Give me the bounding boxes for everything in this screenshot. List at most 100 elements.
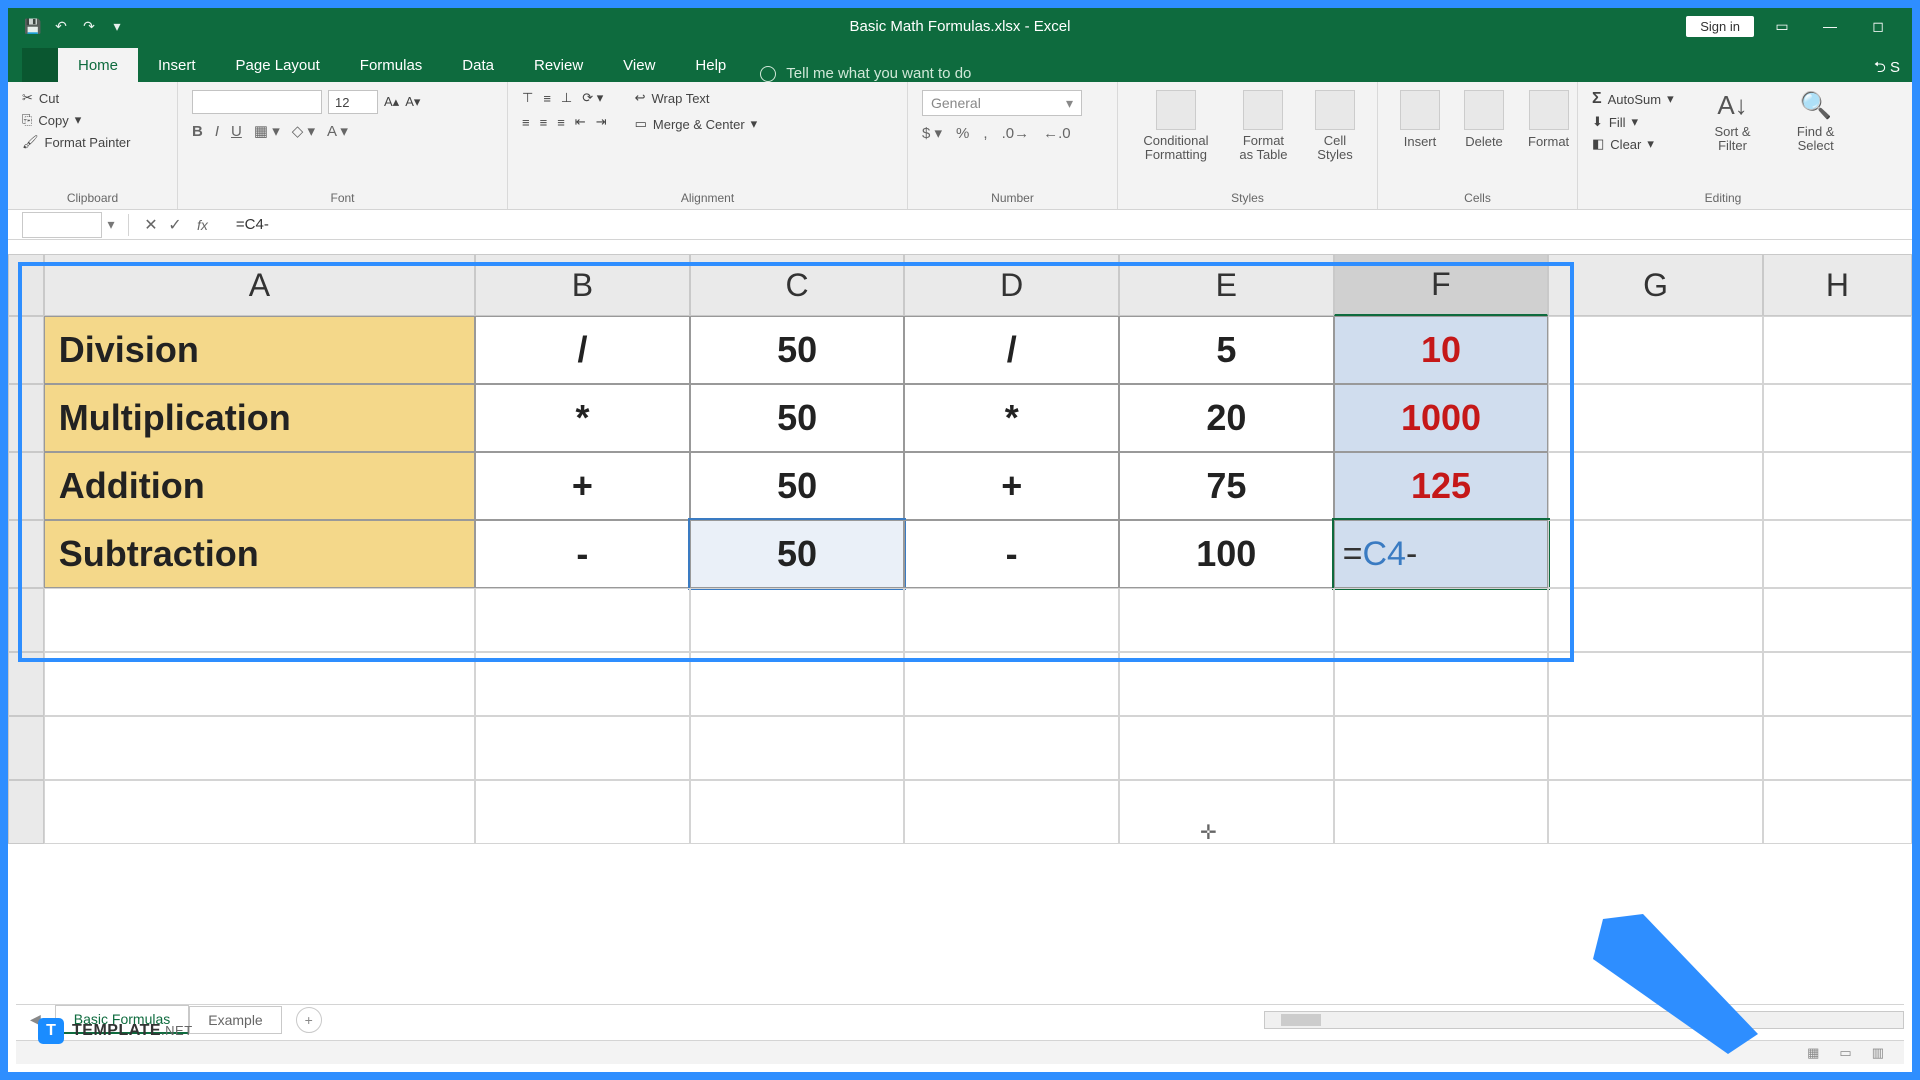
cell-h3[interactable] <box>1763 452 1912 520</box>
border-button[interactable]: ▦ ▾ <box>254 122 280 140</box>
col-header-b[interactable]: B <box>475 254 690 316</box>
view-normal-icon[interactable]: ▦ <box>1807 1045 1819 1061</box>
cell-a2[interactable]: Multiplication <box>44 384 475 452</box>
tab-home[interactable]: Home <box>58 48 138 82</box>
font-size-select[interactable]: 12 <box>328 90 378 114</box>
cell-d4[interactable]: - <box>904 520 1119 588</box>
tab-data[interactable]: Data <box>442 48 514 82</box>
delete-button[interactable]: Delete <box>1456 90 1512 149</box>
cut-button[interactable]: ✂Cut <box>22 90 163 106</box>
select-all-corner[interactable] <box>8 254 44 316</box>
enter-formula-icon[interactable]: ✓ <box>163 215 187 235</box>
formula-input[interactable]: =C4- <box>236 216 269 233</box>
minimize-icon[interactable]: — <box>1810 14 1850 38</box>
view-layout-icon[interactable]: ▭ <box>1839 1045 1851 1061</box>
col-header-d[interactable]: D <box>904 254 1119 316</box>
cell-f1[interactable]: 10 <box>1334 316 1549 384</box>
cell-c3[interactable]: 50 <box>690 452 905 520</box>
col-header-h[interactable]: H <box>1763 254 1912 316</box>
copy-button[interactable]: ⎘Copy ▾ <box>22 112 163 128</box>
cell-c2[interactable]: 50 <box>690 384 905 452</box>
fx-icon[interactable]: fx <box>197 217 208 233</box>
cell-e2[interactable]: 20 <box>1119 384 1334 452</box>
align-bottom-icon[interactable]: ⊥ <box>561 90 572 106</box>
autosum-button[interactable]: ΣAutoSum ▾ <box>1592 90 1674 108</box>
tab-view[interactable]: View <box>603 48 675 82</box>
cell-g3[interactable] <box>1548 452 1763 520</box>
cell-h4[interactable] <box>1763 520 1912 588</box>
font-name-select[interactable] <box>192 90 322 114</box>
format-as-table-button[interactable]: Format as Table <box>1230 90 1297 205</box>
align-top-icon[interactable]: ⊤ <box>522 90 533 106</box>
cell-f3[interactable]: 125 <box>1334 452 1549 520</box>
row-header[interactable] <box>8 780 44 844</box>
cell-a1[interactable]: Division <box>44 316 475 384</box>
clear-button[interactable]: ◧Clear ▾ <box>1592 136 1674 152</box>
row-header[interactable] <box>8 316 44 384</box>
sort-filter-button[interactable]: A↓Sort & Filter <box>1698 90 1768 205</box>
merge-center-button[interactable]: ▭Merge & Center ▾ <box>635 116 758 132</box>
col-header-e[interactable]: E <box>1119 254 1334 316</box>
col-header-a[interactable]: A <box>44 254 475 316</box>
tab-review[interactable]: Review <box>514 48 603 82</box>
tab-help[interactable]: Help <box>675 48 746 82</box>
cell-f4-editing[interactable]: =C4- <box>1334 520 1549 588</box>
row-header[interactable] <box>8 384 44 452</box>
format-button[interactable]: Format <box>1520 90 1577 149</box>
align-right-icon[interactable]: ≡ <box>557 115 565 130</box>
align-left-icon[interactable]: ≡ <box>522 115 530 130</box>
row-header[interactable] <box>8 520 44 588</box>
cell-b3[interactable]: + <box>475 452 690 520</box>
cell-d2[interactable]: * <box>904 384 1119 452</box>
cancel-formula-icon[interactable]: ✕ <box>139 215 163 235</box>
cell-b4[interactable]: - <box>475 520 690 588</box>
cell-b2[interactable]: * <box>475 384 690 452</box>
cell-a3[interactable]: Addition <box>44 452 475 520</box>
align-middle-icon[interactable]: ≡ <box>543 91 551 106</box>
percent-icon[interactable]: % <box>956 125 969 142</box>
col-header-g[interactable]: G <box>1548 254 1763 316</box>
number-format-select[interactable]: General▾ <box>922 90 1082 116</box>
orientation-icon[interactable]: ⟳ ▾ <box>582 90 603 106</box>
align-center-icon[interactable]: ≡ <box>540 115 548 130</box>
qat-customize-icon[interactable]: ▾ <box>110 19 124 33</box>
cell-e1[interactable]: 5 <box>1119 316 1334 384</box>
maximize-icon[interactable]: ◻ <box>1858 14 1898 38</box>
row-header[interactable] <box>8 588 44 652</box>
bold-button[interactable]: B <box>192 123 203 140</box>
cell-c1[interactable]: 50 <box>690 316 905 384</box>
col-header-c[interactable]: C <box>690 254 905 316</box>
indent-decrease-icon[interactable]: ⇤ <box>575 114 586 130</box>
cell-g2[interactable] <box>1548 384 1763 452</box>
cell-a4[interactable]: Subtraction <box>44 520 475 588</box>
tab-file[interactable] <box>22 48 58 82</box>
currency-icon[interactable]: $ ▾ <box>922 124 942 142</box>
share-icon[interactable]: ⮌ S <box>1874 57 1900 82</box>
decrease-decimal-icon[interactable]: ←.0 <box>1043 125 1071 142</box>
cell-f2[interactable]: 1000 <box>1334 384 1549 452</box>
cell-e3[interactable]: 75 <box>1119 452 1334 520</box>
underline-button[interactable]: U <box>231 123 242 140</box>
cell-d1[interactable]: / <box>904 316 1119 384</box>
namebox-dropdown-icon[interactable]: ▾ <box>104 216 118 233</box>
cell-g1[interactable] <box>1548 316 1763 384</box>
cell-e4[interactable]: 100 <box>1119 520 1334 588</box>
row-header[interactable] <box>8 652 44 716</box>
cell-h1[interactable] <box>1763 316 1912 384</box>
insert-button[interactable]: Insert <box>1392 90 1448 149</box>
row-header[interactable] <box>8 452 44 520</box>
grow-font-icon[interactable]: A▴ <box>384 94 399 110</box>
indent-increase-icon[interactable]: ⇥ <box>596 114 607 130</box>
name-box[interactable] <box>22 212 102 238</box>
tab-formulas[interactable]: Formulas <box>340 48 443 82</box>
sheet-tab-example[interactable]: Example <box>189 1006 281 1034</box>
col-header-f[interactable]: F <box>1334 254 1549 316</box>
cell-d3[interactable]: + <box>904 452 1119 520</box>
tellme[interactable]: Tell me what you want to do <box>760 65 971 82</box>
view-break-icon[interactable]: ▥ <box>1872 1045 1884 1061</box>
add-sheet-button[interactable]: + <box>296 1007 322 1033</box>
format-painter-button[interactable]: 🖌Format Painter <box>22 134 163 150</box>
cell-styles-button[interactable]: Cell Styles <box>1307 90 1363 205</box>
wrap-text-button[interactable]: ↩Wrap Text <box>635 90 758 106</box>
cell-h2[interactable] <box>1763 384 1912 452</box>
